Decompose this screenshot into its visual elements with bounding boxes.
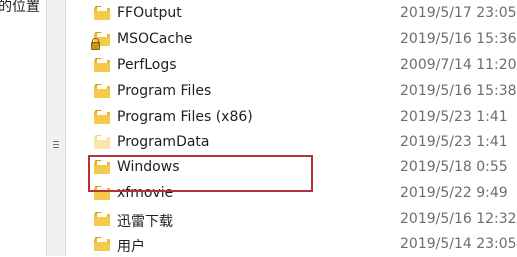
file-name: 迅雷下载 bbox=[117, 214, 173, 230]
folder-icon bbox=[94, 6, 110, 20]
pane-splitter[interactable] bbox=[46, 0, 66, 256]
file-row[interactable]: FFOutput 2019/5/17 23:05 bbox=[66, 0, 517, 26]
file-modified-date: 2019/5/23 1:41 bbox=[400, 109, 508, 125]
folder-icon bbox=[94, 135, 110, 149]
folder-icon bbox=[94, 110, 110, 124]
file-row[interactable]: Program Files 2019/5/16 15:38 bbox=[66, 78, 517, 104]
file-modified-date: 2019/5/14 23:05 bbox=[400, 236, 517, 252]
lock-icon bbox=[91, 38, 100, 50]
file-name: PerfLogs bbox=[117, 57, 177, 73]
file-name: MSOCache bbox=[117, 31, 193, 47]
file-modified-date: 2019/5/23 1:41 bbox=[400, 134, 508, 150]
file-name: ProgramData bbox=[117, 134, 210, 150]
file-modified-date: 2009/7/14 11:20 bbox=[400, 57, 517, 73]
folder-icon bbox=[94, 212, 110, 226]
file-name: Program Files (x86) bbox=[117, 109, 253, 125]
file-name: 用户 bbox=[117, 239, 145, 255]
file-modified-date: 2019/5/16 15:38 bbox=[400, 83, 517, 99]
file-modified-date: 2019/5/18 0:55 bbox=[400, 159, 508, 175]
file-modified-date: 2019/5/16 12:32 bbox=[400, 211, 517, 227]
file-row[interactable]: MSOCache 2019/5/16 15:36 bbox=[66, 26, 517, 52]
file-row[interactable]: 迅雷下载 2019/5/16 12:32 bbox=[66, 206, 517, 232]
nav-pane-label[interactable]: 的位置 bbox=[0, 0, 40, 16]
file-row[interactable]: PerfLogs 2009/7/14 11:20 bbox=[66, 52, 517, 78]
file-row[interactable]: Program Files (x86) 2019/5/23 1:41 bbox=[66, 104, 517, 130]
folder-icon bbox=[94, 84, 110, 98]
folder-icon bbox=[94, 237, 110, 251]
file-modified-date: 2019/5/17 23:05 bbox=[400, 5, 517, 21]
file-name: FFOutput bbox=[117, 5, 182, 21]
windows-folder-highlight bbox=[88, 155, 313, 192]
file-modified-date: 2019/5/16 15:36 bbox=[400, 31, 517, 47]
file-list: FFOutput 2019/5/17 23:05 MSOCache 2019/5/16… bbox=[66, 0, 517, 256]
file-name: Program Files bbox=[117, 83, 212, 99]
file-row[interactable]: 用户 2019/5/14 23:05 bbox=[66, 231, 517, 257]
file-row[interactable]: ProgramData 2019/5/23 1:41 bbox=[66, 129, 517, 155]
splitter-grip-icon bbox=[53, 141, 59, 149]
folder-icon bbox=[94, 58, 110, 72]
file-modified-date: 2019/5/22 9:49 bbox=[400, 185, 508, 201]
navigation-pane: 的位置 bbox=[0, 0, 46, 256]
